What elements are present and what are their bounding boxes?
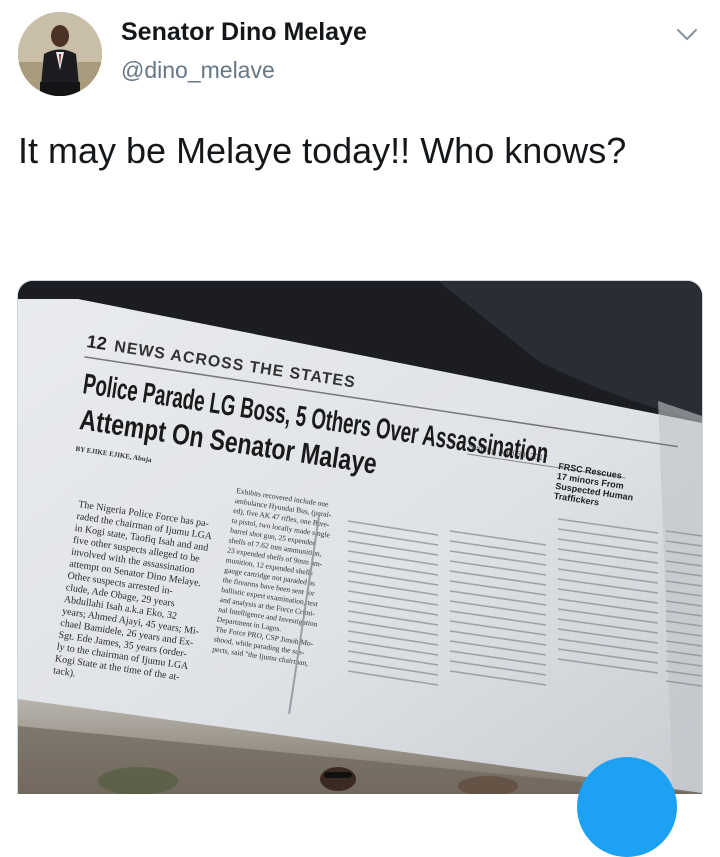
newspaper-photo: 12 NEWS ACROSS THE STATES Sunday, April …: [18, 281, 702, 794]
tweet-photo[interactable]: 12 NEWS ACROSS THE STATES Sunday, April …: [17, 280, 703, 794]
chevron-down-icon[interactable]: [672, 20, 702, 50]
author-handle[interactable]: @dino_melave: [121, 57, 275, 84]
author-display-name[interactable]: Senator Dino Melaye: [121, 18, 367, 47]
tweet-header: Senator Dino Melaye @dino_melave: [0, 0, 720, 110]
profile-photo-icon: [18, 12, 102, 96]
tweet-text: It may be Melaye today!! Who knows?: [18, 130, 627, 171]
avatar[interactable]: [18, 12, 102, 96]
page-number: 12: [85, 331, 108, 354]
compose-button[interactable]: [577, 757, 677, 857]
